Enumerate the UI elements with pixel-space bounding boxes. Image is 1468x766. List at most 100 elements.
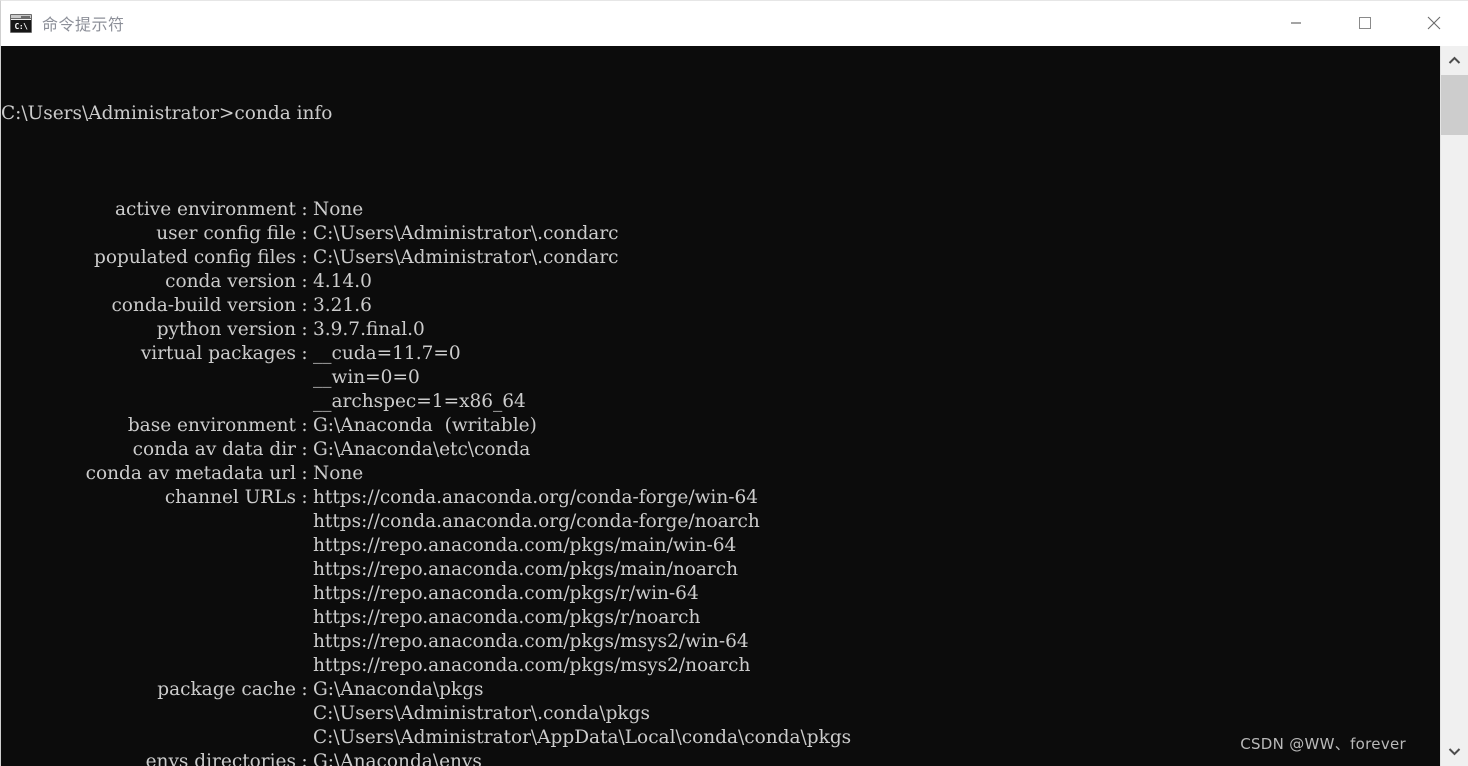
terminal-line-separator: :: [301, 415, 308, 436]
terminal-line: active environment: None: [1, 198, 1440, 222]
terminal-line: C:\Users\Administrator\AppData\Local\con…: [1, 726, 1440, 750]
minimize-icon: [1290, 22, 1301, 24]
terminal-line-label: virtual packages: [140, 343, 296, 364]
terminal-line-separator: :: [301, 487, 308, 508]
terminal-line: https://repo.anaconda.com/pkgs/main/noar…: [1, 558, 1440, 582]
terminal-line-value: https://repo.anaconda.com/pkgs/main/win-…: [313, 535, 737, 556]
terminal-line-value: G:\Anaconda (writable): [313, 415, 537, 436]
scrollbar-thumb[interactable]: [1441, 75, 1468, 135]
window-body: C:\Users\Administrator>conda info active…: [1, 46, 1468, 766]
terminal-line-value: G:\Anaconda\etc\conda: [313, 439, 531, 460]
terminal-line-label: channel URLs: [164, 487, 296, 508]
terminal-line-value: 4.14.0: [313, 271, 372, 292]
icon-screen-label: C:\: [11, 19, 31, 32]
terminal-line-label: base environment: [127, 415, 296, 436]
maximize-icon: [1358, 17, 1371, 29]
terminal-line: conda-build version:3.21.6: [1, 294, 1440, 318]
scroll-up-button[interactable]: [1441, 46, 1468, 75]
terminal-line-separator: :: [301, 319, 308, 340]
terminal-line: conda version:4.14.0: [1, 270, 1440, 294]
scrollbar-track[interactable]: [1441, 75, 1468, 737]
terminal-line-label: package cache: [157, 679, 296, 700]
command-prompt-window: C:\ 命令提示符 C:\Users\Administrator>conda i…: [0, 0, 1468, 766]
icon-titlebar-stripe: [11, 14, 31, 19]
scroll-down-button[interactable]: [1441, 737, 1468, 766]
terminal-line-label: populated config files: [94, 247, 296, 268]
terminal-line-value: __cuda=11.7=0: [313, 343, 461, 364]
window-controls: [1261, 1, 1468, 46]
terminal-line: https://repo.anaconda.com/pkgs/r/noarch: [1, 606, 1440, 630]
terminal-line-separator: :: [301, 295, 308, 316]
vertical-scrollbar[interactable]: [1440, 46, 1468, 766]
terminal-line-value: C:\Users\Administrator\.condarc: [313, 247, 619, 268]
terminal-line-value: G:\Anaconda\pkgs: [313, 679, 484, 700]
terminal-line-separator: :: [301, 223, 308, 244]
close-button[interactable]: [1399, 1, 1468, 46]
terminal-line-separator: :: [301, 439, 308, 460]
terminal-line-separator: :: [301, 463, 308, 484]
terminal-line-value: https://repo.anaconda.com/pkgs/r/noarch: [313, 607, 701, 628]
terminal-line-label: conda-build version: [111, 295, 296, 316]
terminal-line-value: __archspec=1=x86_64: [313, 391, 526, 412]
title-bar[interactable]: C:\ 命令提示符: [1, 1, 1468, 46]
terminal-line: https://repo.anaconda.com/pkgs/main/win-…: [1, 534, 1440, 558]
terminal-line: envs directories: G:\Anaconda\envs: [1, 750, 1440, 766]
command-prompt-icon: C:\: [10, 13, 32, 33]
terminal-line: populated config files: C:\Users\Administ…: [1, 246, 1440, 270]
terminal-line-value: C:\Users\Administrator\.conda\pkgs: [313, 703, 650, 724]
terminal-line: __archspec=1=x86_64: [1, 390, 1440, 414]
terminal-line: base environment: G:\Anaconda (writable): [1, 414, 1440, 438]
minimize-button[interactable]: [1261, 1, 1330, 46]
terminal-line-separator: :: [301, 271, 308, 292]
terminal-line-value: None: [313, 463, 364, 484]
terminal-line: https://repo.anaconda.com/pkgs/r/win-64: [1, 582, 1440, 606]
terminal-line-value: C:\Users\Administrator\AppData\Local\con…: [313, 727, 852, 748]
terminal-line-label: active environment: [115, 199, 296, 220]
window-title: 命令提示符: [42, 15, 125, 34]
terminal-line-value: 3.21.6: [313, 295, 372, 316]
terminal-line: channel URLs: https://conda.anaconda.org/…: [1, 486, 1440, 510]
terminal-line-value: __win=0=0: [313, 367, 420, 388]
terminal-line: conda av metadata url: None: [1, 462, 1440, 486]
terminal-line-value: https://conda.anaconda.org/conda-forge/w…: [313, 487, 759, 508]
terminal-line-label: envs directories: [145, 751, 296, 766]
terminal-line: virtual packages: __cuda=11.7=0: [1, 342, 1440, 366]
terminal-line: __win=0=0: [1, 366, 1440, 390]
terminal-prompt-line: C:\Users\Administrator>conda info: [1, 103, 333, 124]
terminal-line: https://repo.anaconda.com/pkgs/msys2/noa…: [1, 654, 1440, 678]
terminal-line-label: conda version: [165, 271, 296, 292]
terminal-line: python version:3.9.7.final.0: [1, 318, 1440, 342]
terminal-line-label: conda av data dir: [132, 439, 296, 460]
terminal-line-value: C:\Users\Administrator\.condarc: [313, 223, 619, 244]
terminal-line-value: https://repo.anaconda.com/pkgs/r/win-64: [313, 583, 699, 604]
terminal-line-separator: :: [301, 247, 308, 268]
terminal-line-separator: :: [301, 343, 308, 364]
chevron-up-icon: [1448, 56, 1461, 64]
title-bar-left: C:\ 命令提示符: [1, 11, 1261, 35]
conda-info-output: active environment: None user config file:…: [1, 174, 1440, 766]
terminal-line-separator: :: [301, 751, 308, 766]
close-icon: [1427, 16, 1440, 30]
terminal-line: https://conda.anaconda.org/conda-forge/n…: [1, 510, 1440, 534]
terminal-line-separator: :: [301, 679, 308, 700]
terminal-line: https://repo.anaconda.com/pkgs/msys2/win…: [1, 630, 1440, 654]
terminal-line: conda av data dir: G:\Anaconda\etc\conda: [1, 438, 1440, 462]
terminal-line-separator: :: [301, 199, 308, 220]
terminal-line: package cache: G:\Anaconda\pkgs: [1, 678, 1440, 702]
terminal-line-value: https://repo.anaconda.com/pkgs/msys2/noa…: [313, 655, 751, 676]
terminal-text: C:\Users\Administrator>conda info active…: [1, 54, 1440, 766]
terminal-line-value: None: [313, 199, 364, 220]
terminal-line-label: conda av metadata url: [85, 463, 296, 484]
terminal-line-value: https://conda.anaconda.org/conda-forge/n…: [313, 511, 760, 532]
chevron-down-icon: [1448, 748, 1461, 756]
terminal-output-area[interactable]: C:\Users\Administrator>conda info active…: [1, 46, 1440, 766]
maximize-button[interactable]: [1330, 1, 1399, 46]
terminal-line: user config file: C:\Users\Administrator\…: [1, 222, 1440, 246]
terminal-line: C:\Users\Administrator\.conda\pkgs: [1, 702, 1440, 726]
terminal-line-label: python version: [156, 319, 296, 340]
terminal-line-value: https://repo.anaconda.com/pkgs/msys2/win…: [313, 631, 749, 652]
terminal-line-label: user config file: [156, 223, 296, 244]
terminal-line-value: 3.9.7.final.0: [313, 319, 425, 340]
terminal-line-value: G:\Anaconda\envs: [313, 751, 482, 766]
